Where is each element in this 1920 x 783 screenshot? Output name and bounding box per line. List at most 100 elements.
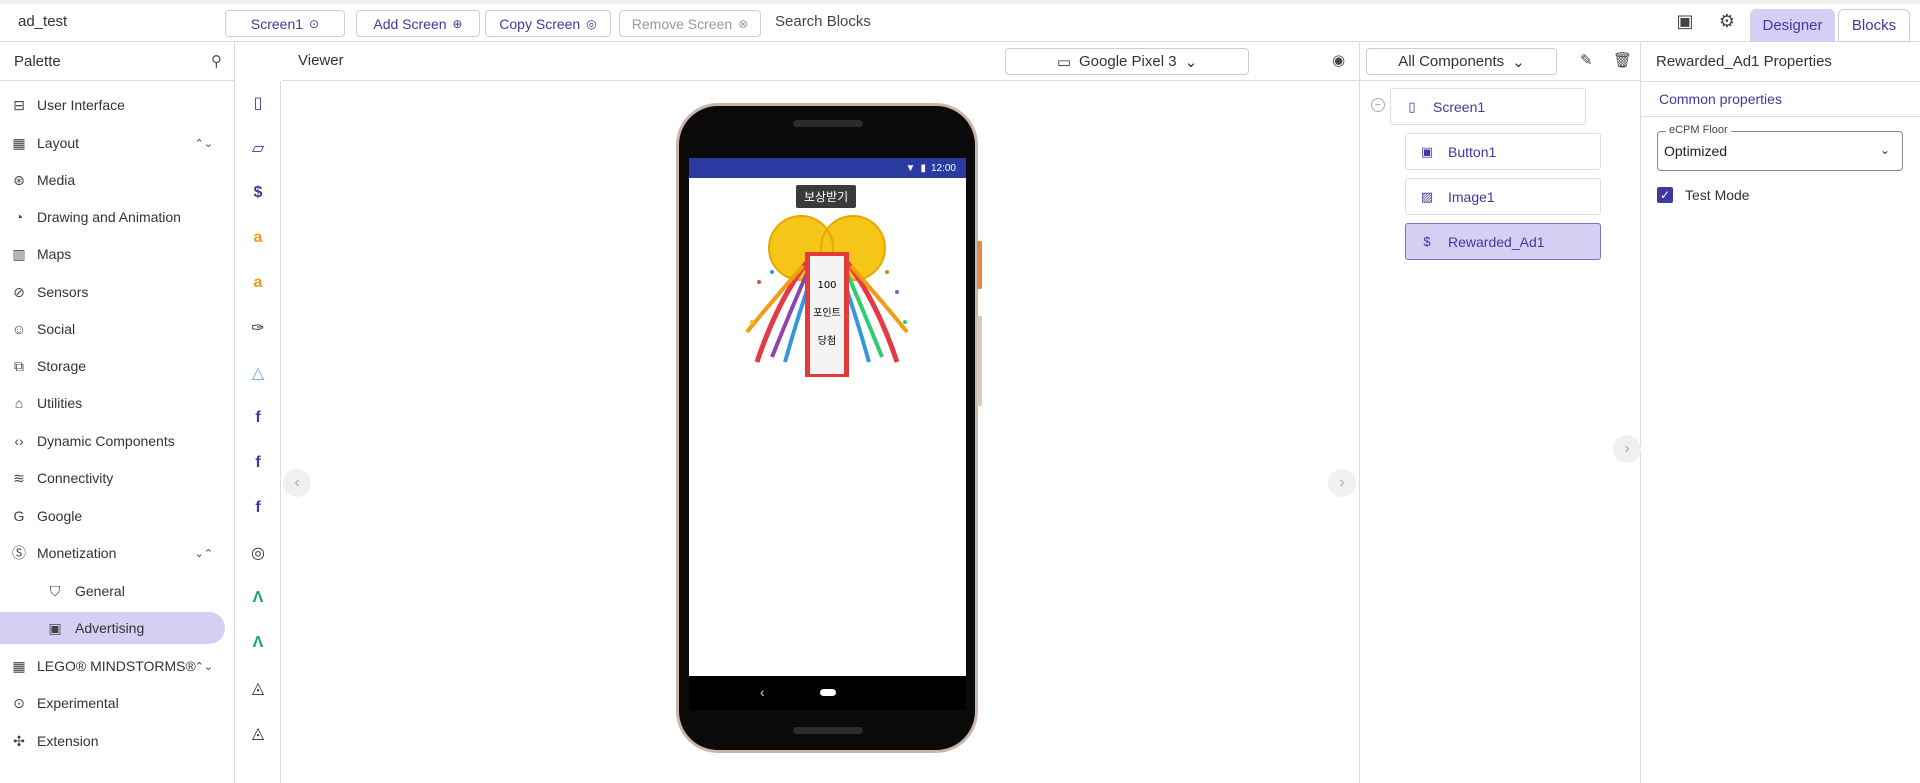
amazon-interstitial-icon[interactable]: a <box>247 271 269 295</box>
facebook-banner-icon[interactable]: f <box>247 406 269 430</box>
category-dynamic-components[interactable]: ‹› Dynamic Components <box>0 425 225 457</box>
palette-title: Palette <box>14 52 61 70</box>
category-label: Extension <box>37 733 99 749</box>
components-header: All Components ⌄ ✎ 🗑 <box>1360 42 1640 81</box>
rewarded-ad-icon[interactable]: $ <box>247 181 269 205</box>
facebook-interstitial-icon[interactable]: f <box>247 451 269 475</box>
wifi-icon: ▼ <box>905 162 916 174</box>
screen-select-button[interactable]: Screen1 ⊙ <box>225 10 345 37</box>
target-icon[interactable]: ◎ <box>247 541 269 565</box>
category-label: Social <box>37 321 76 337</box>
collapse-tree-icon[interactable]: − <box>1371 98 1385 112</box>
image-icon: ▨ <box>1420 188 1434 204</box>
category-general[interactable]: ⛉ General <box>0 575 225 607</box>
category-utilities[interactable]: ⌂ Utilities <box>0 387 225 419</box>
unity-ads-icon[interactable]: ◬ <box>247 676 269 700</box>
test-mode-label: Test Mode <box>1685 187 1750 203</box>
add-screen-button[interactable]: Add Screen ⊕ <box>356 10 480 37</box>
media-icon: ⊛ <box>13 171 25 188</box>
test-mode-checkbox[interactable]: ✓ <box>1657 187 1673 203</box>
category-advertising[interactable]: ▣ Advertising <box>0 612 225 644</box>
category-label: Advertising <box>75 620 145 636</box>
project-name: ad_test <box>18 13 68 30</box>
category-layout[interactable]: ▦ Layout ⌃⌄ <box>0 127 225 159</box>
properties-toggle-arrow[interactable]: › <box>1613 435 1641 463</box>
brush-icon[interactable]: ✑ <box>247 316 269 340</box>
admob-interstitial-icon[interactable]: ▱ <box>247 136 269 160</box>
category-label: Sensors <box>37 284 89 300</box>
storage-icon: ⧉ <box>14 357 24 374</box>
triangle-icon[interactable]: △ <box>247 361 269 385</box>
copy-screen-button[interactable]: Copy Screen ◎ <box>485 10 611 37</box>
ecpm-floor-select[interactable]: eCPM Floor Optimized ⌄ <box>1657 124 1903 171</box>
category-maps[interactable]: ▥ Maps <box>0 238 225 270</box>
category-user-interface[interactable]: ⊟ User Interface <box>0 89 225 121</box>
component-filter-select[interactable]: All Components ⌄ <box>1366 48 1557 75</box>
device-select[interactable]: ▭ Google Pixel 3 ⌄ <box>1005 48 1249 75</box>
layout-icon: ▦ <box>12 134 26 151</box>
tree-node-rewarded-ad1[interactable]: $ Rewarded_Ad1 <box>1405 223 1601 260</box>
startapp-interstitial-icon[interactable]: Λ <box>247 631 269 655</box>
lego-icon: ▦ <box>12 657 26 674</box>
rename-pencil-icon[interactable]: ✎ <box>1580 51 1593 69</box>
category-experimental[interactable]: ⊙ Experimental <box>0 687 225 719</box>
tab-blocks[interactable]: Blocks <box>1838 9 1910 42</box>
next-arrow-button[interactable]: › <box>1328 469 1356 497</box>
button1-preview[interactable]: 보상받기 <box>796 185 857 208</box>
palette-panel: Palette ⚲ ⊟ User Interface ▦ Layout ⌃⌄ ⊛ Med… <box>0 42 235 783</box>
category-label: Google <box>37 508 83 524</box>
category-sensors[interactable]: ⊘ Sensors <box>0 276 225 308</box>
top-toolbar: ad_test Screen1 ⊙ Add Screen ⊕ Copy Scre… <box>0 0 1920 42</box>
category-drawing-animation[interactable]: ◔ Drawing and Animation <box>0 201 225 233</box>
unity-ads-alt-icon[interactable]: ◬ <box>247 721 269 745</box>
battery-icon: ▮ <box>920 162 926 174</box>
amazon-banner-icon[interactable]: a <box>247 226 269 250</box>
eye-off-icon[interactable]: ◉ <box>1332 51 1345 69</box>
test-mode-row[interactable]: ✓ Test Mode <box>1657 187 1750 203</box>
phone-icon: ▯ <box>1408 98 1416 114</box>
category-label: Monetization <box>37 545 117 561</box>
tree-node-label: Rewarded_Ad1 <box>1448 233 1545 250</box>
gear-icon[interactable]: ⚙ <box>1716 11 1738 33</box>
category-storage[interactable]: ⧉ Storage <box>0 350 225 382</box>
remove-screen-button[interactable]: Remove Screen ⊗ <box>619 10 761 37</box>
startapp-banner-icon[interactable]: Λ <box>247 586 269 610</box>
category-extension[interactable]: ✣ Extension <box>0 725 225 757</box>
category-monetization[interactable]: Ⓢ Monetization ⌄⌃ <box>0 537 225 569</box>
delete-trash-icon[interactable]: 🗑 <box>1613 51 1632 69</box>
gallery-icon[interactable]: ▣ <box>1674 11 1696 33</box>
android-nav-bar: ‹ <box>689 676 966 710</box>
tab-designer[interactable]: Designer <box>1750 9 1835 42</box>
category-label: Media <box>37 172 76 188</box>
category-google[interactable]: G Google <box>0 500 225 532</box>
tree-node-screen1[interactable]: ▯ Screen1 <box>1390 88 1586 125</box>
tree-node-label: Image1 <box>1448 188 1495 205</box>
category-label: Storage <box>37 358 87 374</box>
add-screen-label: Add Screen <box>373 15 447 32</box>
chevron-circle-icon: ⊙ <box>309 16 320 31</box>
category-media[interactable]: ⊛ Media <box>0 164 225 196</box>
facebook-rewarded-icon[interactable]: f <box>247 496 269 520</box>
tree-node-button1[interactable]: ▣ Button1 <box>1405 133 1601 170</box>
user-interface-icon: ⊟ <box>13 96 25 113</box>
reward-image-preview[interactable]: 100 포인트 당첨 <box>737 212 917 377</box>
cart-icon: ⛉ <box>49 582 61 599</box>
common-properties-section[interactable]: Common properties <box>1641 81 1920 117</box>
expand-icon: ⌃⌄ <box>194 137 213 150</box>
screen-select-label: Screen1 <box>250 15 304 32</box>
tree-node-image1[interactable]: ▨ Image1 <box>1405 178 1601 215</box>
search-icon[interactable]: ⚲ <box>211 52 222 70</box>
admob-banner-icon[interactable]: ▯ <box>247 91 269 115</box>
map-icon: ▥ <box>12 245 26 262</box>
search-blocks-input[interactable]: Search Blocks <box>775 13 871 30</box>
copy-screen-label: Copy Screen <box>499 15 581 32</box>
category-social[interactable]: ☺ Social <box>0 313 225 345</box>
prev-arrow-button[interactable]: ‹ <box>283 469 311 497</box>
category-lego-mindstorms[interactable]: ▦ LEGO® MINDSTORMS® ⌃⌄ <box>0 650 225 682</box>
category-label: Utilities <box>37 395 83 411</box>
status-bar: ▼ ▮ 12:00 <box>689 158 966 178</box>
category-connectivity[interactable]: ≋ Connectivity <box>0 462 225 494</box>
add-circle-icon: ⊕ <box>452 16 463 31</box>
devices-icon: ▭ <box>1056 53 1072 71</box>
experimental-icon: ⊙ <box>13 694 25 711</box>
